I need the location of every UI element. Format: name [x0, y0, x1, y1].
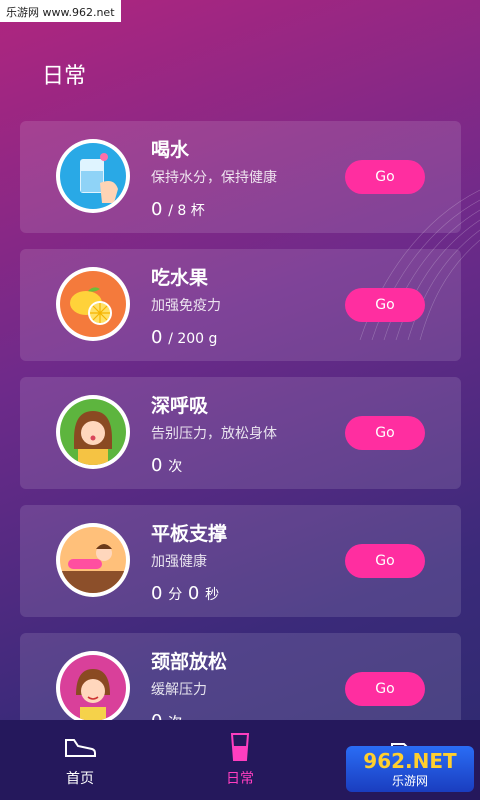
progress-value: 0 — [151, 455, 163, 476]
cup-icon — [230, 733, 250, 761]
water-glass-icon — [60, 143, 126, 209]
card-progress: 0 / 8 杯 — [151, 199, 205, 220]
breathing-woman-icon — [60, 399, 126, 465]
card-subtitle: 加强健康 — [151, 554, 207, 570]
habit-card-list: 喝水 保持水分，保持健康 0 / 8 杯 Go 吃水果 加强免疫力 0 / 20… — [20, 121, 461, 761]
progress-value: 0 — [151, 199, 163, 220]
card-title: 吃水果 — [151, 267, 209, 289]
card-title: 颈部放松 — [151, 651, 228, 673]
card-title: 平板支撑 — [151, 523, 228, 545]
habit-card-eat-fruit[interactable]: 吃水果 加强免疫力 0 / 200 g Go — [20, 249, 461, 361]
card-progress: 0 / 200 g — [151, 327, 217, 348]
progress-unit: / 200 g — [168, 331, 218, 347]
minutes-unit: 分 — [168, 587, 183, 603]
go-button[interactable]: Go — [345, 544, 425, 578]
habit-card-plank[interactable]: 平板支撑 加强健康 0 分 0 秒 Go — [20, 505, 461, 617]
watermark-top: 乐游网 www.962.net — [0, 0, 121, 22]
lemon-icon — [60, 271, 126, 337]
card-subtitle: 加强免疫力 — [151, 298, 221, 314]
watermark-logo: 962.NET 乐游网 — [346, 746, 474, 792]
nav-label: 首页 — [66, 771, 94, 787]
page-title: 日常 — [42, 64, 87, 89]
progress-value: 0 — [151, 327, 163, 348]
neck-relax-woman-icon — [60, 655, 126, 721]
avatar — [56, 651, 130, 725]
watermark-logo-text: 962.NET — [363, 748, 457, 773]
avatar — [56, 267, 130, 341]
go-button[interactable]: Go — [345, 416, 425, 450]
progress-minutes: 0 — [151, 583, 163, 604]
progress-unit: 次 — [168, 459, 183, 475]
card-title: 深呼吸 — [151, 395, 209, 417]
avatar — [56, 395, 130, 469]
shoe-icon — [65, 739, 96, 757]
avatar — [56, 523, 130, 597]
card-subtitle: 缓解压力 — [151, 682, 207, 698]
seconds-unit: 秒 — [205, 587, 220, 603]
card-title: 喝水 — [151, 139, 190, 161]
nav-item-daily[interactable]: 日常 — [160, 720, 320, 800]
habit-card-drink-water[interactable]: 喝水 保持水分，保持健康 0 / 8 杯 Go — [20, 121, 461, 233]
nav-label: 日常 — [226, 771, 254, 787]
nav-item-home[interactable]: 首页 — [0, 720, 160, 800]
watermark-logo-subtext: 乐游网 — [391, 773, 428, 788]
habit-card-deep-breath[interactable]: 深呼吸 告别压力，放松身体 0 次 Go — [20, 377, 461, 489]
card-subtitle: 保持水分，保持健康 — [151, 170, 277, 186]
progress-unit: / 8 杯 — [168, 203, 205, 219]
card-subtitle: 告别压力，放松身体 — [151, 426, 277, 442]
avatar — [56, 139, 130, 213]
card-progress: 0 次 — [151, 455, 182, 476]
card-progress: 0 分 0 秒 — [151, 583, 219, 604]
plank-woman-icon — [60, 527, 126, 593]
go-button[interactable]: Go — [345, 672, 425, 706]
go-button[interactable]: Go — [345, 288, 425, 322]
progress-seconds: 0 — [187, 583, 200, 604]
go-button[interactable]: Go — [345, 160, 425, 194]
